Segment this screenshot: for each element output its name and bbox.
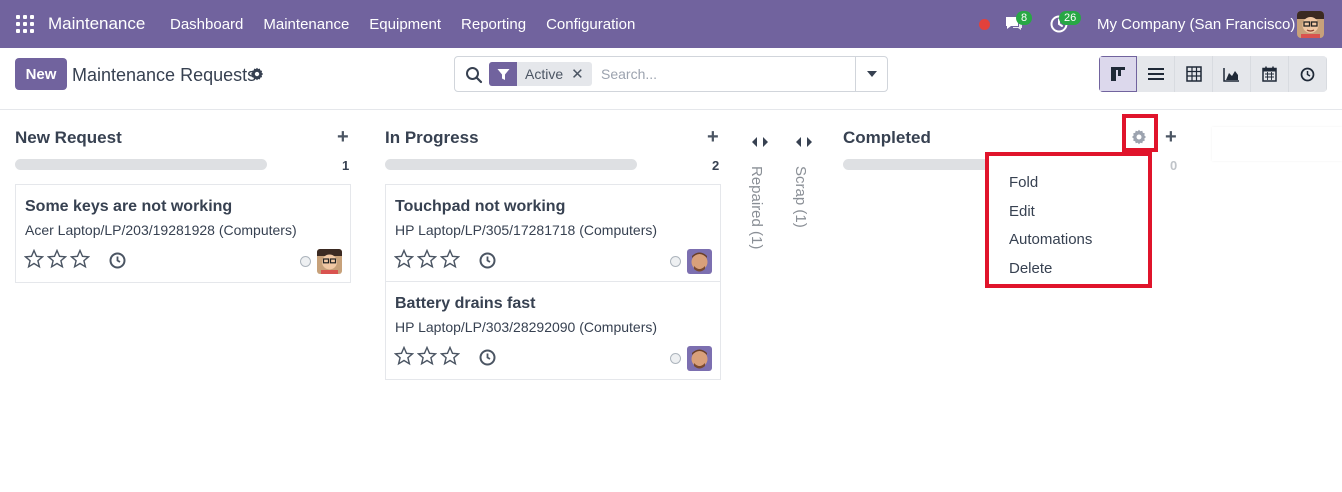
card-title: Some keys are not working bbox=[25, 198, 233, 215]
app-brand[interactable]: Maintenance bbox=[48, 14, 145, 34]
search-input[interactable] bbox=[601, 64, 851, 84]
pivot-view-button[interactable] bbox=[1175, 56, 1213, 92]
facet-remove-icon[interactable]: ✕ bbox=[571, 62, 592, 86]
kanban-state-dot[interactable] bbox=[670, 256, 681, 267]
column-progress-bar[interactable] bbox=[15, 159, 267, 170]
star-icon[interactable] bbox=[417, 346, 437, 366]
kanban-card[interactable]: Battery drains fast HP Laptop/LP/303/282… bbox=[385, 281, 721, 380]
menu-item-equipment[interactable]: Equipment bbox=[369, 16, 441, 33]
filter-icon bbox=[489, 62, 517, 86]
card-equipment: HP Laptop/LP/305/17281718 (Computers) bbox=[395, 222, 658, 238]
recording-dot-icon[interactable] bbox=[979, 19, 990, 30]
activity-clock-icon[interactable] bbox=[479, 252, 496, 269]
kanban-card[interactable]: Some keys are not working Acer Laptop/LP… bbox=[15, 184, 351, 283]
star-icon[interactable] bbox=[417, 249, 437, 269]
calendar-icon bbox=[1262, 66, 1277, 82]
column-settings-dropdown: Fold Edit Automations Delete bbox=[985, 152, 1152, 288]
caret-down-icon bbox=[866, 71, 877, 77]
kanban-state-dot[interactable] bbox=[670, 353, 681, 364]
star-icon[interactable] bbox=[440, 346, 460, 366]
facet-label: Active bbox=[525, 66, 564, 82]
menu-item-reporting[interactable]: Reporting bbox=[461, 16, 526, 33]
menu-item-fold[interactable]: Fold bbox=[1009, 174, 1038, 191]
clock-icon bbox=[1300, 67, 1315, 81]
table-icon bbox=[1185, 66, 1202, 82]
add-column-area[interactable] bbox=[1212, 127, 1342, 161]
quick-create-plus-icon[interactable]: + bbox=[337, 126, 349, 149]
apps-grid-icon[interactable] bbox=[16, 15, 34, 33]
search-icon[interactable] bbox=[465, 66, 483, 84]
priority-stars[interactable] bbox=[24, 249, 90, 269]
priority-stars[interactable] bbox=[394, 249, 460, 269]
main-menu: Dashboard Maintenance Equipment Reportin… bbox=[170, 16, 635, 33]
calendar-view-button[interactable] bbox=[1251, 56, 1289, 92]
expand-arrows-icon[interactable] bbox=[750, 136, 770, 148]
assignee-avatar bbox=[317, 249, 342, 274]
kanban-state-dot[interactable] bbox=[300, 256, 311, 267]
kanban-card[interactable]: Touchpad not working HP Laptop/LP/305/17… bbox=[385, 184, 721, 282]
highlight-box-gear bbox=[1122, 114, 1158, 152]
star-icon[interactable] bbox=[440, 249, 460, 269]
menu-item-maintenance[interactable]: Maintenance bbox=[263, 16, 349, 33]
folded-column-title: Scrap (1) bbox=[792, 166, 809, 228]
list-view-button[interactable] bbox=[1137, 56, 1175, 92]
assignee-avatar bbox=[687, 249, 712, 274]
column-progress-bar[interactable] bbox=[843, 159, 993, 170]
assignee-avatar bbox=[687, 346, 712, 371]
kanban-view-button[interactable] bbox=[1099, 56, 1137, 92]
card-equipment: Acer Laptop/LP/203/19281928 (Computers) bbox=[25, 222, 297, 238]
kanban-icon bbox=[1111, 67, 1125, 81]
star-icon[interactable] bbox=[394, 346, 414, 366]
graph-view-button[interactable] bbox=[1213, 56, 1251, 92]
column-progress-bar[interactable] bbox=[385, 159, 637, 170]
priority-stars[interactable] bbox=[394, 346, 460, 366]
column-title: New Request bbox=[15, 128, 122, 147]
quick-create-plus-icon[interactable]: + bbox=[1165, 126, 1177, 149]
star-icon[interactable] bbox=[70, 249, 90, 269]
column-count: 0 bbox=[1170, 158, 1178, 173]
column-count: 1 bbox=[342, 158, 350, 173]
star-icon[interactable] bbox=[24, 249, 44, 269]
activity-count-badge: 26 bbox=[1059, 11, 1082, 25]
chat-count-badge: 8 bbox=[1016, 11, 1033, 25]
star-icon[interactable] bbox=[394, 249, 414, 269]
list-icon bbox=[1147, 68, 1164, 80]
search-facet-active: Active ✕ bbox=[489, 62, 592, 86]
card-title: Touchpad not working bbox=[395, 198, 566, 215]
search-bar: Active ✕ bbox=[454, 56, 888, 92]
menu-item-configuration[interactable]: Configuration bbox=[546, 16, 635, 33]
menu-item-edit[interactable]: Edit bbox=[1009, 203, 1035, 220]
top-navbar: Maintenance Dashboard Maintenance Equipm… bbox=[0, 0, 1342, 48]
activity-clock-icon[interactable] bbox=[109, 252, 126, 269]
user-avatar[interactable] bbox=[1297, 11, 1324, 38]
card-equipment: HP Laptop/LP/303/28292090 (Computers) bbox=[395, 319, 658, 335]
activity-clock-icon[interactable] bbox=[479, 349, 496, 366]
area-chart-icon bbox=[1223, 67, 1239, 82]
gear-icon[interactable] bbox=[250, 67, 264, 81]
quick-create-plus-icon[interactable]: + bbox=[707, 126, 719, 149]
folded-column-title: Repaired (1) bbox=[748, 166, 765, 250]
page-title: Maintenance Requests bbox=[72, 65, 257, 85]
card-title: Battery drains fast bbox=[395, 295, 536, 312]
new-button[interactable]: New bbox=[15, 58, 67, 90]
star-icon[interactable] bbox=[47, 249, 67, 269]
menu-item-automations[interactable]: Automations bbox=[1009, 231, 1092, 248]
view-switcher bbox=[1099, 56, 1327, 92]
column-count: 2 bbox=[712, 158, 720, 173]
column-title: In Progress bbox=[385, 128, 479, 147]
activity-view-button[interactable] bbox=[1289, 56, 1327, 92]
control-panel: New Maintenance Requests Active ✕ bbox=[0, 48, 1342, 110]
menu-item-delete[interactable]: Delete bbox=[1009, 260, 1052, 277]
column-title: Completed bbox=[843, 128, 931, 147]
search-options-toggle[interactable] bbox=[855, 57, 887, 91]
company-switcher[interactable]: My Company (San Francisco) bbox=[1097, 16, 1295, 33]
menu-item-dashboard[interactable]: Dashboard bbox=[170, 16, 243, 33]
expand-arrows-icon[interactable] bbox=[794, 136, 814, 148]
